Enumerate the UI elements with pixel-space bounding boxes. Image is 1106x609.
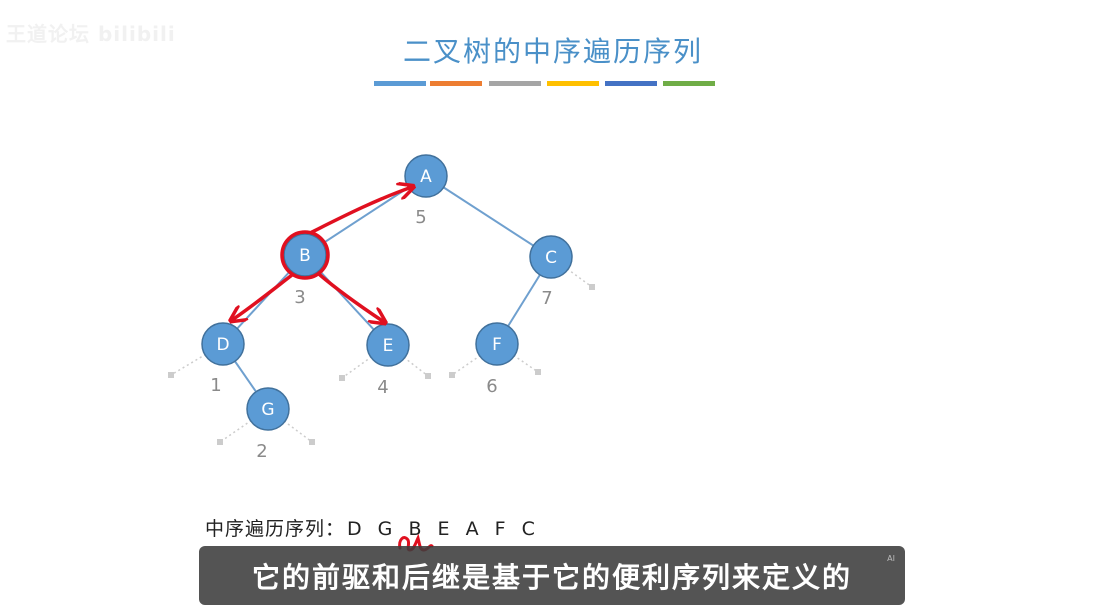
node-label-E: E xyxy=(383,336,394,356)
inorder-rank-C: 7 xyxy=(541,288,552,309)
node-label-C: C xyxy=(545,248,557,268)
node-label-F: F xyxy=(492,335,502,355)
inorder-sequence: 中序遍历序列： D G B E A F C xyxy=(205,514,540,541)
sequence-label: 中序遍历序列： xyxy=(205,518,346,540)
null-leaf-5 xyxy=(535,369,541,375)
node-label-A: A xyxy=(420,167,432,187)
ink-arrow-B-to-A xyxy=(310,187,412,234)
null-leaf-3 xyxy=(425,373,431,379)
inorder-rank-G: 2 xyxy=(256,441,267,462)
inorder-rank-B: 3 xyxy=(294,287,305,308)
null-leaf-2 xyxy=(339,375,345,381)
node-label-D: D xyxy=(216,335,229,355)
node-label-B: B xyxy=(299,246,311,266)
inorder-rank-F: 6 xyxy=(486,376,497,397)
null-leaf-6 xyxy=(217,439,223,445)
ink-arrow-B-to-E xyxy=(318,273,384,322)
edge-A-C xyxy=(425,175,552,258)
inorder-rank-A: 5 xyxy=(415,207,426,228)
null-leaf-7 xyxy=(309,439,315,445)
binary-tree-diagram: A B C D E F G 5 3 7 1 4 6 2 xyxy=(168,154,595,462)
sequence-value: D G B E A F C xyxy=(347,518,540,540)
inorder-rank-E: 4 xyxy=(377,377,388,398)
ink-arrow-B-to-D xyxy=(232,273,294,320)
null-leaf-4 xyxy=(449,372,455,378)
node-label-G: G xyxy=(261,400,274,420)
inorder-rank-D: 1 xyxy=(210,375,221,396)
ai-badge: AI xyxy=(887,554,895,563)
subtitle-text: 它的前驱和后继是基于它的便利序列来定义的 xyxy=(251,560,852,594)
null-leaf-1 xyxy=(168,372,174,378)
null-leaf-0 xyxy=(589,284,595,290)
video-subtitle: 它的前驱和后继是基于它的便利序列来定义的 AI xyxy=(199,546,905,605)
